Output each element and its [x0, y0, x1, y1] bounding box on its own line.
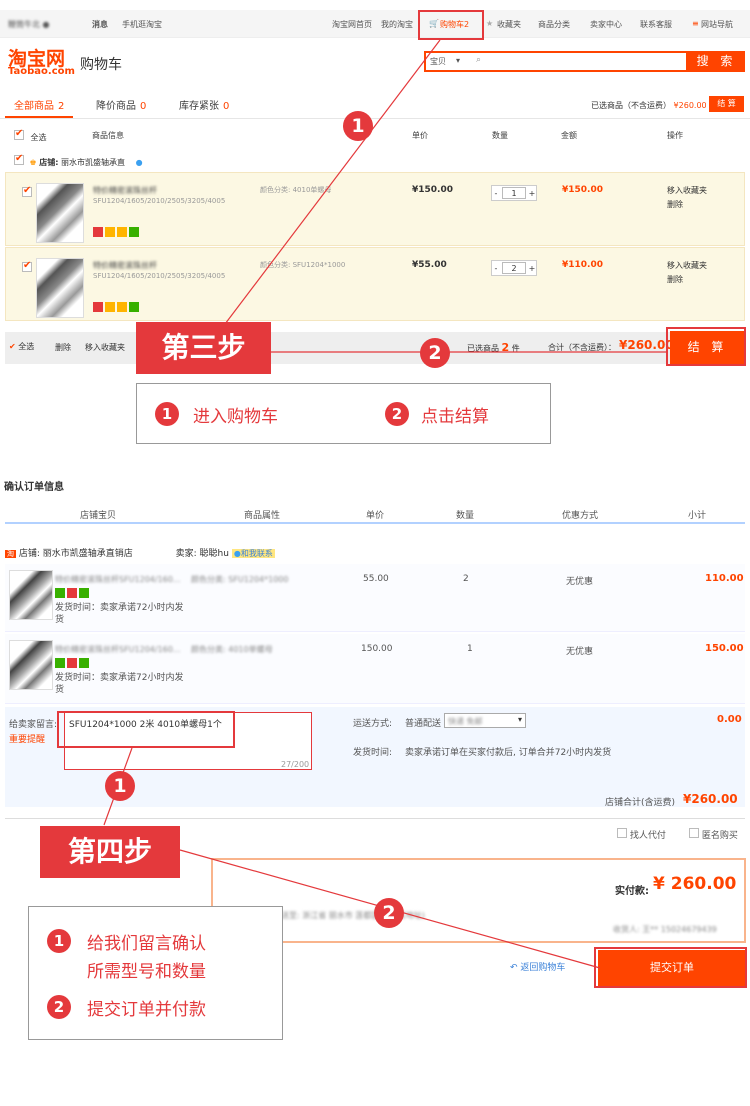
instruction-number: 2: [47, 995, 71, 1019]
order-header-item: 店铺宝贝: [80, 511, 117, 521]
badge-icon: [55, 658, 65, 668]
step4-banner: 第四步: [40, 826, 180, 878]
order-header-divider: [5, 522, 745, 524]
step3-instruction-box: 1 进入购物车 2 点击结算: [136, 383, 551, 444]
order-header-subtotal: 小计: [688, 511, 707, 521]
order-header-discount: 优惠方式: [562, 511, 599, 521]
step4-marker-2: 2: [374, 898, 404, 928]
contact-seller-link[interactable]: ●和我联系: [231, 549, 275, 558]
order-ship-note: 发货时间：卖家承诺72小时内发货: [55, 673, 184, 695]
order-item-title[interactable]: 特价精密滚珠丝杆SFU1204/160...: [55, 574, 181, 585]
order-item-discount: 无优惠: [566, 647, 594, 657]
step4-instruction-box: 1 给我们留言确认 所需型号和数量 2 提交订单并付款: [28, 906, 283, 1040]
order-item-title[interactable]: 特价精密滚珠丝杆SFU1204/160...: [55, 644, 181, 655]
badge-icon: [67, 658, 77, 668]
badge-icon: [79, 658, 89, 668]
order-item-qty: 1: [467, 644, 473, 654]
order-shop-line: 淘 店铺: 丽水市凯盛轴承直销店 卖家: 聪聪hu ●和我联系: [5, 546, 275, 559]
instruction-number: 1: [155, 402, 179, 426]
order-item-price: 150.00: [361, 644, 393, 654]
badge-icon: [79, 588, 89, 598]
instruction-text: 提交订单并付款: [87, 1000, 206, 1020]
order-item-subtotal: 150.00: [705, 643, 744, 654]
product-thumbnail[interactable]: [9, 640, 53, 690]
badge-icon: [55, 588, 65, 598]
order-item-qty: 2: [463, 574, 469, 584]
order-row: 特价精密滚珠丝杆SFU1204/160... 发货时间：卖家承诺72小时内发货 …: [5, 564, 745, 632]
instruction-text: 点击结算: [421, 407, 489, 427]
taobao-badge-icon: 淘: [5, 550, 16, 558]
step3-marker-1: 1: [343, 111, 373, 141]
service-badges: [55, 588, 91, 599]
order-item-price: 55.00: [363, 574, 389, 584]
badge-icon: [67, 588, 77, 598]
step3-banner: 第三步: [136, 322, 271, 374]
service-badges: [55, 658, 91, 669]
instruction-text: 给我们留言确认: [87, 934, 206, 954]
step3-marker-2: 2: [420, 338, 450, 368]
instruction-number: 2: [385, 402, 409, 426]
order-header-attr: 商品属性: [244, 511, 281, 521]
product-thumbnail[interactable]: [9, 570, 53, 620]
order-shop-name[interactable]: 店铺: 丽水市凯盛轴承直销店: [19, 549, 133, 559]
order-item-attr: 颜色分类: SFU1204*1000: [191, 575, 289, 584]
order-header-qty: 数量: [456, 511, 475, 521]
order-item-attr: 颜色分类: 4010单螺母: [191, 645, 273, 654]
order-section-title: 确认订单信息: [4, 482, 64, 493]
order-item-subtotal: 110.00: [705, 573, 744, 584]
seller-name: 卖家: 聪聪hu: [175, 549, 229, 559]
chat-icon: ●: [233, 549, 241, 558]
order-item-discount: 无优惠: [566, 577, 594, 587]
order-ship-note: 发货时间：卖家承诺72小时内发货: [55, 603, 184, 625]
instruction-number: 1: [47, 929, 71, 953]
connector-line-1: [221, 39, 441, 329]
step4-marker-1: 1: [105, 771, 135, 801]
instruction-text: 所需型号和数量: [87, 962, 206, 982]
order-header-price: 单价: [366, 511, 385, 521]
instruction-text: 进入购物车: [193, 407, 278, 427]
order-row: 特价精密滚珠丝杆SFU1204/160... 发货时间：卖家承诺72小时内发货 …: [5, 634, 745, 704]
